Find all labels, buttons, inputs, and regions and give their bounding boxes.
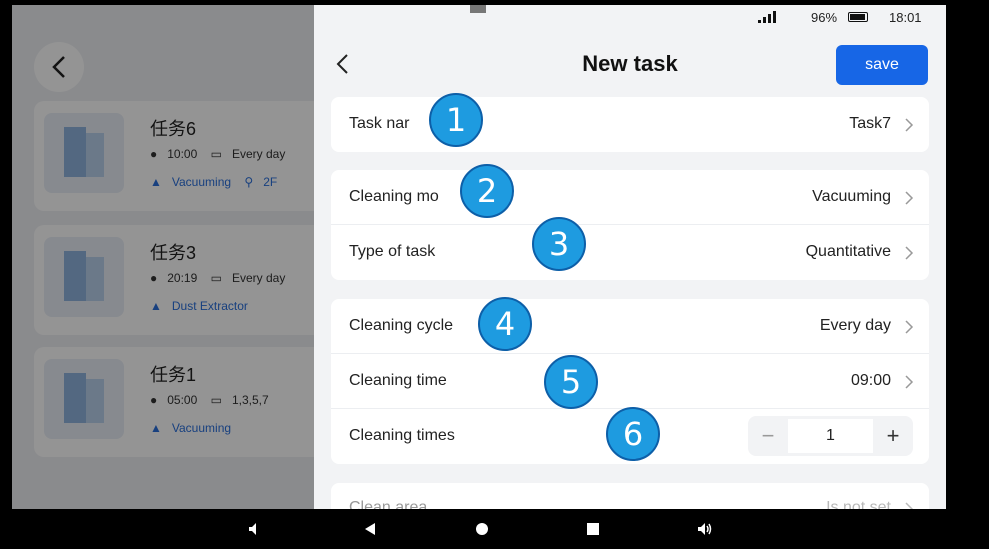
task-name-value: Task7 (849, 115, 891, 132)
annotation-badge: 5 (544, 355, 598, 409)
cleaning-times-stepper: − 1 + (748, 416, 913, 456)
chevron-right-icon (905, 375, 914, 389)
chevron-right-icon (905, 320, 914, 334)
cleaning-mode-value: Vacuuming (812, 188, 891, 205)
task-name-label: Task nar (349, 115, 410, 132)
area-group: Clean area Is not set (331, 483, 929, 509)
camera-notch (470, 5, 486, 13)
annotation-badge: 3 (532, 217, 586, 271)
top-nav: New task save (314, 39, 946, 89)
cleaning-time-label: Cleaning time (349, 372, 447, 389)
cleaning-time-row[interactable]: Cleaning time 09:00 (331, 354, 929, 409)
volume-up-icon[interactable] (696, 521, 714, 537)
task-name-group: Task nar Task7 (331, 97, 929, 152)
task-type-row[interactable]: Type of task Quantitative (331, 225, 929, 280)
decrement-button[interactable]: − (748, 416, 788, 456)
task-type-label: Type of task (349, 243, 436, 260)
task-type-value: Quantitative (805, 243, 891, 260)
clock-time: 18:01 (889, 10, 922, 25)
cleaning-times-value[interactable]: 1 (788, 419, 873, 453)
home-circle-icon[interactable] (474, 521, 490, 537)
new-task-panel: 96% 18:01 New task save Task nar Task7 C… (314, 5, 946, 509)
cleaning-cycle-label: Cleaning cycle (349, 317, 454, 334)
save-button[interactable]: save (836, 45, 928, 85)
annotation-badge: 4 (478, 297, 532, 351)
cleaning-time-value: 09:00 (850, 372, 891, 389)
cleaning-mode-label: Cleaning mo (349, 188, 439, 205)
volume-down-icon[interactable] (247, 521, 263, 537)
clean-area-value: Is not set (826, 499, 891, 509)
battery-icon (848, 12, 868, 22)
annotation-badge: 1 (429, 93, 483, 147)
recents-square-icon[interactable] (585, 521, 601, 537)
cleaning-times-label: Cleaning times (349, 427, 455, 444)
status-bar: 96% 18:01 (314, 5, 946, 31)
annotation-badge: 2 (460, 164, 514, 218)
signal-icon (758, 11, 776, 23)
system-nav-bar (12, 509, 946, 549)
chevron-right-icon (905, 191, 914, 205)
cleaning-cycle-row[interactable]: Cleaning cycle Every day (331, 299, 929, 354)
task-name-row[interactable]: Task nar Task7 (331, 97, 929, 152)
chevron-right-icon (905, 118, 914, 132)
increment-button[interactable]: + (873, 416, 913, 456)
chevron-right-icon (905, 246, 914, 260)
cleaning-mode-row[interactable]: Cleaning mo Vacuuming (331, 170, 929, 225)
screen: 任务6 ● 10:00 ▭ Every day ▲ Vacuuming ⚲ 2F 任务3… (12, 5, 946, 509)
battery-percent: 96% (811, 10, 838, 25)
cleaning-cycle-value: Every day (819, 317, 891, 334)
clean-area-row[interactable]: Clean area Is not set (331, 483, 929, 509)
chevron-right-icon (905, 502, 914, 509)
mode-group: Cleaning mo Vacuuming Type of task Quant… (331, 170, 929, 280)
back-triangle-icon[interactable] (362, 521, 378, 537)
annotation-badge: 6 (606, 407, 660, 461)
clean-area-label: Clean area (349, 499, 428, 509)
